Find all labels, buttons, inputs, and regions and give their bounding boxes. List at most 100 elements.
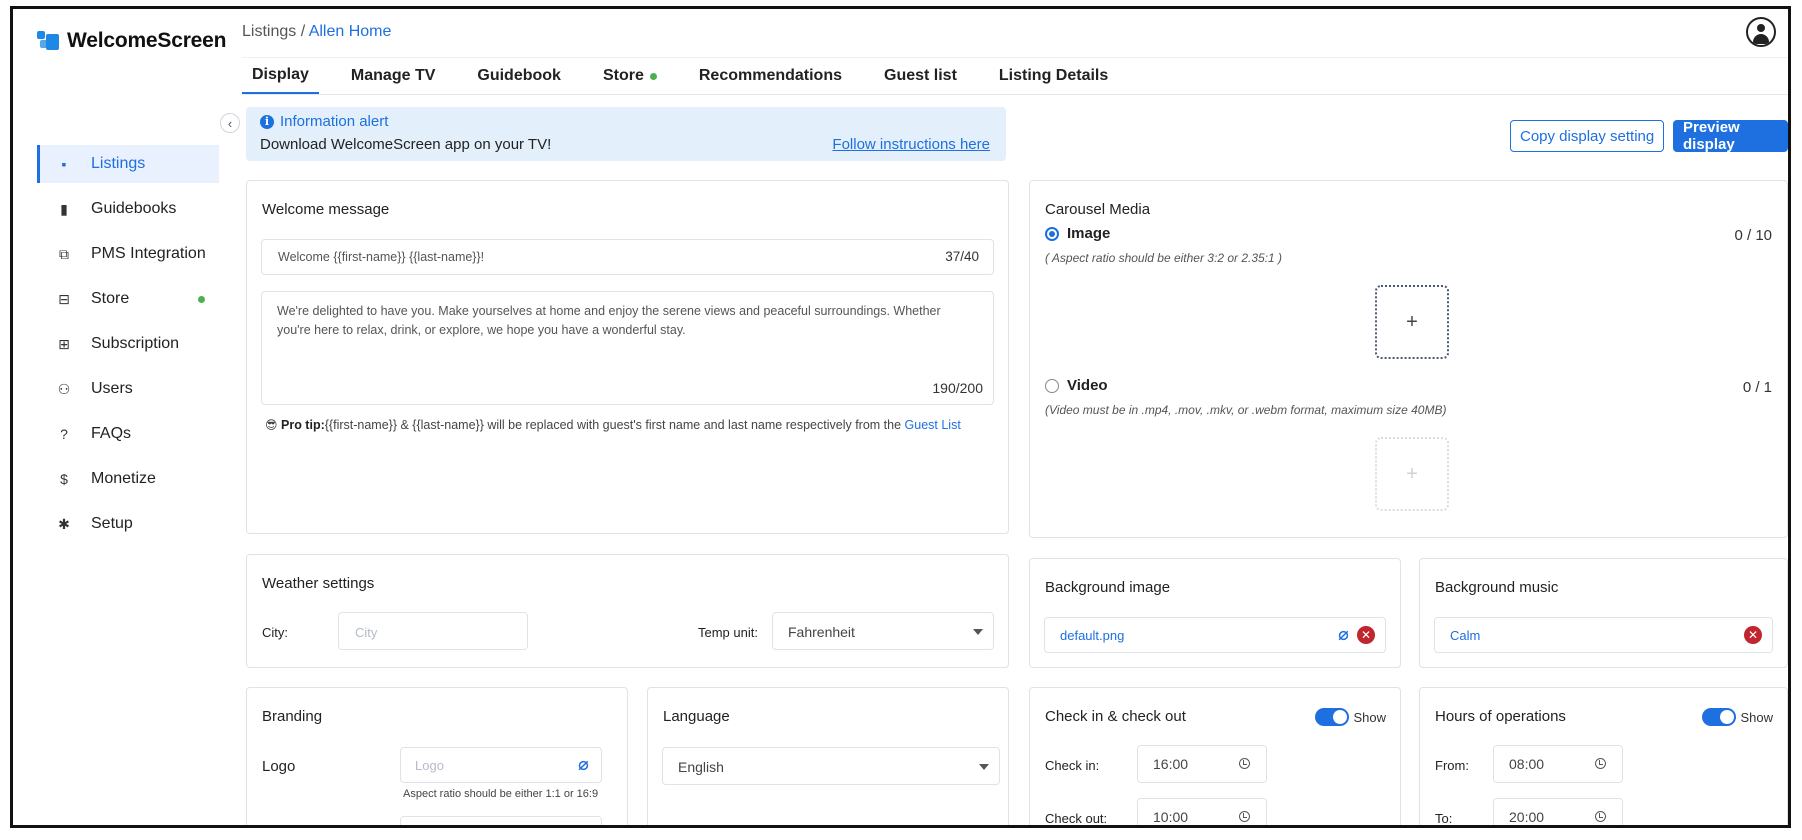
tab-label: Recommendations [698,67,842,84]
users-icon: ⚇ [57,380,71,397]
input-value: 16:00 [1153,756,1189,772]
tab-label: Listing Details [998,67,1109,84]
tab-guest-list[interactable]: Guest list [874,58,967,94]
sidebar-item-label: Setup [91,515,133,532]
textarea-value: We're delighted to have you. Make yourse… [277,304,941,337]
temp-unit-select[interactable]: Fahrenheit [772,612,994,650]
pro-tip-text: {{first-name}} & {{last-name}} will be r… [324,418,902,432]
clock-icon [1595,811,1606,822]
tab-listing-details[interactable]: Listing Details [989,58,1118,94]
sidebar-item-users[interactable]: ⚇ Users [37,370,219,408]
card-title: Hours of operations [1435,708,1566,725]
image-hint: ( Aspect ratio should be either 3:2 or 2… [1045,251,1283,265]
sidebar-item-label: Subscription [91,335,180,352]
attach-icon[interactable]: ⌀ [578,754,589,775]
video-radio[interactable] [1045,378,1059,393]
check-out-label: Check out: [1045,811,1108,826]
sidebar-item-guidebooks[interactable]: ▮ Guidebooks [37,190,219,228]
image-radio[interactable] [1045,226,1059,241]
sidebar-nav: ▪ Listings ▮ Guidebooks ⧉ PMS Integratio… [37,145,219,550]
tab-label: Store [602,67,644,84]
book-icon: ▮ [60,200,68,217]
sidebar-item-label: Store [91,290,130,307]
welcome-body-textarea[interactable]: We're delighted to have you. Make yourse… [261,291,994,405]
sidebar-item-label: Listings [91,155,146,172]
card-title: Welcome message [262,201,390,218]
tab-guidebook[interactable]: Guidebook [467,58,571,94]
secondary-upload-input[interactable] [400,816,602,825]
image-option[interactable]: Image [1045,225,1110,242]
check-in-time-input[interactable]: 16:00 [1137,745,1267,783]
toggle-label: Show [1353,709,1386,725]
tab-recommendations[interactable]: Recommendations [689,58,852,94]
welcome-headline-input[interactable]: Welcome {{first-name}} {{last-name}}! 37… [261,239,994,275]
checkin-show-toggle[interactable]: Show [1315,708,1386,726]
background-music-input[interactable]: Calm ✕ [1434,617,1773,653]
sidebar-item-store[interactable]: ⊟ Store [37,280,219,318]
copy-display-setting-button[interactable]: Copy display setting [1510,120,1665,152]
video-upload-button: + [1375,437,1449,511]
status-dot [198,296,205,303]
background-image-input[interactable]: default.png ⌀ ✕ [1044,617,1386,653]
input-value: 08:00 [1509,756,1545,772]
tab-label: Manage TV [350,67,436,84]
to-time-input[interactable]: 20:00 [1493,798,1623,825]
app-logo[interactable]: WelcomeScreen [37,29,226,53]
sidebar-item-faqs[interactable]: ? FAQs [37,415,219,453]
toggle-switch[interactable] [1315,708,1350,726]
image-upload-button[interactable]: + [1375,285,1449,359]
clock-icon [1239,811,1250,822]
video-hint: (Video must be in .mp4, .mov, .mkv, or .… [1045,403,1447,417]
breadcrumb-current[interactable]: Allen Home [309,23,392,40]
preview-display-button[interactable]: Preview display [1673,119,1788,153]
account-icon[interactable] [1746,17,1776,47]
select-value: Fahrenheit [788,624,855,640]
temp-unit-label: Temp unit: [698,625,758,640]
alert-text: Download WelcomeScreen app on your TV! [260,136,552,153]
logo-upload-input[interactable]: Logo ⌀ [400,747,602,783]
input-placeholder: Logo [415,758,444,773]
city-label: City: [262,625,288,640]
breadcrumb-root[interactable]: Listings / [242,23,305,40]
app-name: WelcomeScreen [67,29,227,52]
sidebar-item-subscription[interactable]: ⊞ Subscription [37,325,219,363]
check-out-time-input[interactable]: 10:00 [1137,798,1267,825]
branding-card: Branding Logo Logo ⌀ Aspect ratio should… [246,687,628,825]
city-input[interactable]: City [338,612,528,650]
sidebar-item-label: Guidebooks [91,200,177,217]
from-time-input[interactable]: 08:00 [1493,745,1623,783]
char-counter: 37/40 [945,249,979,264]
tab-store[interactable]: Store [593,58,667,94]
remove-icon[interactable]: ✕ [1357,626,1375,644]
sidebar-item-setup[interactable]: ✱ Setup [37,505,219,543]
sidebar-item-label: Users [91,380,133,397]
video-option[interactable]: Video [1045,377,1108,394]
input-value: Calm [1450,628,1481,643]
to-label: To: [1435,811,1453,826]
tab-manage-tv[interactable]: Manage TV [341,58,445,94]
input-value: 10:00 [1153,809,1189,825]
card-title: Carousel Media [1045,201,1151,218]
image-counter: 0 / 10 [1734,227,1772,244]
chevron-down-icon [979,764,989,770]
alert-title: Information alert [280,113,389,130]
welcome-message-card: Welcome message Welcome {{first-name}} {… [246,180,1009,534]
puzzle-icon: ⧉ [59,245,69,262]
attach-icon[interactable]: ⌀ [1338,624,1349,645]
sidebar-item-monetize[interactable]: $ Monetize [37,460,219,498]
hours-show-toggle[interactable]: Show [1702,708,1773,726]
tab-display[interactable]: Display [242,58,319,94]
guest-list-link[interactable]: Guest List [905,418,961,432]
collapse-sidebar-button[interactable]: ‹ [220,113,240,133]
follow-instructions-link[interactable]: Follow instructions here [832,136,990,153]
remove-icon[interactable]: ✕ [1744,626,1762,644]
logo-hint: Aspect ratio should be either 1:1 or 16:… [403,788,599,800]
sidebar: WelcomeScreen ▪ Listings ▮ Guidebooks ⧉ … [13,9,231,825]
sidebar-item-listings[interactable]: ▪ Listings [37,145,219,183]
sidebar-item-label: FAQs [91,425,132,442]
toggle-switch[interactable] [1702,708,1737,726]
check-in-label: Check in: [1045,758,1100,773]
input-value: default.png [1060,628,1125,643]
sidebar-item-pms-integration[interactable]: ⧉ PMS Integration [37,235,219,273]
language-select[interactable]: English [662,747,1000,785]
